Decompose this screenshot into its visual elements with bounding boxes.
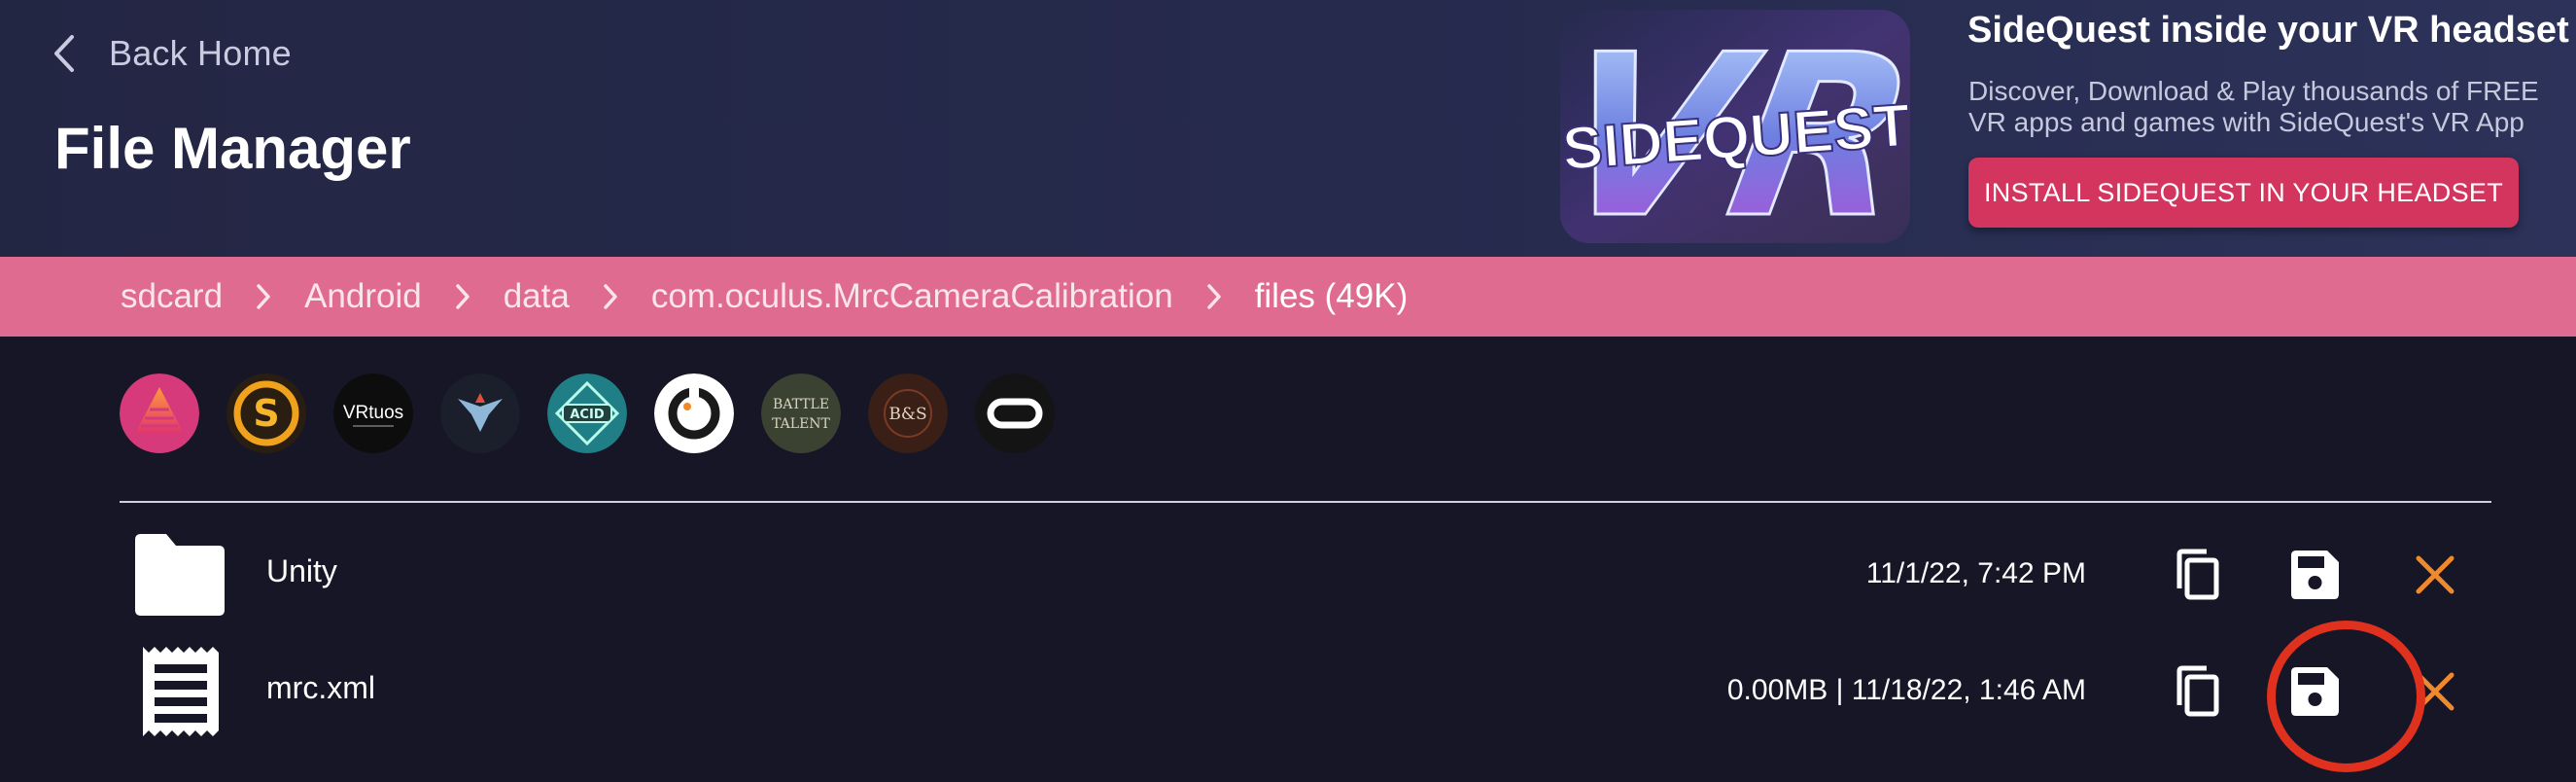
app-shortcut-strip: S VRtuos ACID BATTLE TALENT B&S — [120, 373, 1055, 453]
breadcrumb-item-current: files (49K) — [1254, 277, 1409, 315]
chevron-right-icon — [1185, 257, 1243, 337]
text-file-icon — [129, 645, 230, 738]
delete-button[interactable] — [2400, 540, 2470, 610]
app-icon-s-coin[interactable]: S — [226, 373, 306, 453]
file-name: mrc.xml — [266, 670, 375, 705]
chevron-right-icon — [434, 257, 492, 337]
app-icon-pyramid[interactable] — [120, 373, 199, 453]
promo-description: Discover, Download & Play thousands of F… — [1968, 76, 2539, 137]
chevron-right-icon — [581, 257, 640, 337]
page-header: Back Home File Manager VR SIDEQUEST Side… — [0, 0, 2576, 257]
copy-button[interactable] — [2164, 540, 2234, 610]
svg-text:BATTLE: BATTLE — [773, 397, 829, 412]
chevron-left-icon — [54, 35, 74, 72]
svg-text:B&S: B&S — [888, 405, 926, 424]
file-meta: 11/1/22, 7:42 PM — [1865, 557, 2086, 589]
copy-button[interactable] — [2164, 657, 2234, 727]
back-home-label: Back Home — [109, 33, 292, 73]
app-icon-vrtuos[interactable]: VRtuos — [333, 373, 413, 453]
save-button[interactable] — [2280, 540, 2350, 610]
breadcrumb-item-package[interactable]: com.oculus.MrcCameraCalibration — [651, 277, 1173, 316]
sidequest-vr-logo: VR SIDEQUEST — [1550, 5, 1925, 253]
app-icon-acid[interactable]: ACID — [547, 373, 627, 453]
delete-button[interactable] — [2400, 657, 2470, 727]
divider — [120, 501, 2491, 503]
breadcrumb-item-data[interactable]: data — [504, 277, 570, 316]
breadcrumb: sdcard Android data com.oculus.MrcCamera… — [0, 257, 2576, 337]
breadcrumb-item-sdcard[interactable]: sdcard — [121, 277, 223, 316]
svg-text:VRtuos: VRtuos — [343, 403, 403, 423]
copy-icon — [2176, 665, 2219, 717]
install-sidequest-button[interactable]: INSTALL SIDEQUEST IN YOUR HEADSET — [1968, 158, 2519, 228]
app-icon-winged[interactable] — [440, 373, 520, 453]
promo-heading: SideQuest inside your VR headset — [1967, 10, 2569, 51]
save-icon — [2291, 551, 2339, 599]
folder-icon — [129, 528, 230, 622]
app-icon-oculus[interactable] — [975, 373, 1055, 453]
file-meta: 0.00MB | 11/18/22, 1:46 AM — [1726, 674, 2086, 706]
back-home-link[interactable]: Back Home — [51, 25, 292, 82]
save-button[interactable] — [2280, 657, 2350, 727]
save-icon — [2291, 667, 2339, 716]
chevron-right-icon — [234, 257, 293, 337]
svg-text:ACID: ACID — [570, 408, 604, 422]
app-icon-battle-talent[interactable]: BATTLE TALENT — [761, 373, 841, 453]
file-row[interactable]: mrc.xml 0.00MB | 11/18/22, 1:46 AM — [120, 635, 2491, 748]
svg-text:TALENT: TALENT — [772, 416, 830, 432]
svg-text:S: S — [253, 392, 279, 435]
close-icon — [2416, 555, 2454, 594]
file-row[interactable]: Unity 11/1/22, 7:42 PM — [120, 518, 2491, 631]
close-icon — [2416, 672, 2454, 711]
app-icon-ring[interactable] — [654, 373, 734, 453]
page-title: File Manager — [54, 116, 411, 181]
copy-icon — [2176, 549, 2219, 600]
app-icon-bs[interactable]: B&S — [868, 373, 948, 453]
breadcrumb-item-android[interactable]: Android — [304, 277, 422, 316]
file-name: Unity — [266, 553, 337, 588]
